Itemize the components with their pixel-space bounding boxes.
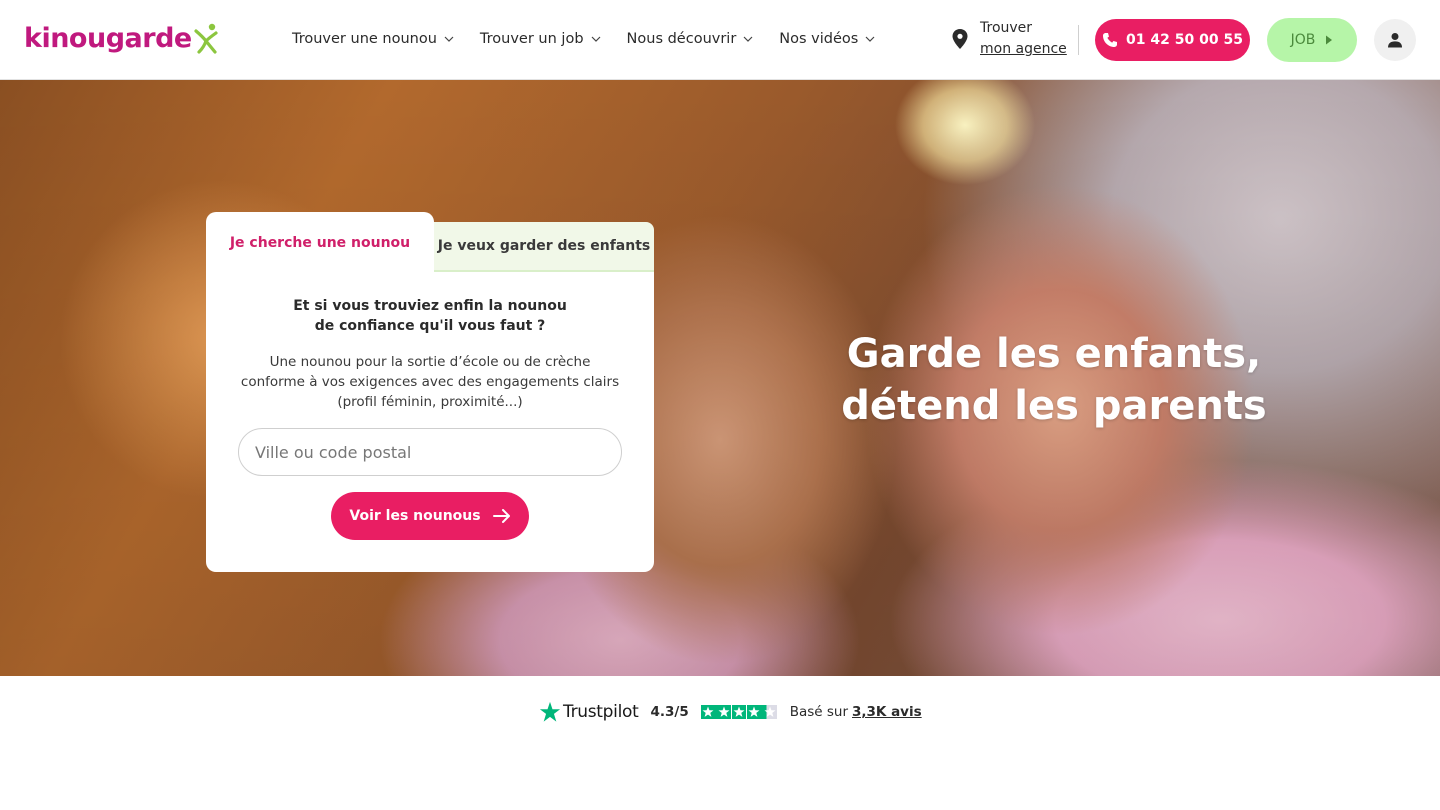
chevron-down-icon: [591, 36, 600, 42]
trustpilot-score: 4.3/5: [650, 704, 689, 720]
my-agency-link[interactable]: mon agence: [980, 39, 1067, 60]
nav-find-job[interactable]: Trouver un job: [480, 31, 601, 47]
search-card-body: Et si vous trouviez enfin la nounou de c…: [206, 272, 654, 572]
user-icon: [1388, 33, 1402, 48]
city-or-postal-code-input[interactable]: [238, 428, 622, 476]
chevron-down-icon: [444, 36, 454, 42]
trustpilot-based-on: Basé sur: [789, 704, 848, 720]
nav-item-label: Trouver un job: [479, 31, 584, 47]
nav-find-nanny[interactable]: Trouver une nounou: [292, 31, 454, 47]
logo-wordmark: kinougarde: [24, 22, 192, 54]
nav-our-videos[interactable]: Nos vidéos: [779, 31, 875, 47]
see-nannies-label: Voir les nounous: [349, 508, 481, 524]
trustpilot-logo: Trustpilot: [539, 701, 639, 723]
rating-star-icon: [746, 704, 762, 720]
chevron-down-icon: [743, 36, 753, 42]
header-divider: [1078, 25, 1079, 55]
search-card: Je cherche une nounou Je veux garder des…: [206, 212, 654, 572]
trustpilot-rating: Trustpilot 4.3/5 Basé sur 3,3K avis: [539, 698, 922, 726]
search-card-heading: Et si vous trouviez enfin la nounou de c…: [246, 296, 614, 336]
rating-star-partial-icon: [762, 704, 778, 720]
site-header: kinougarde Trouver une nounou Trouver un…: [0, 0, 1440, 80]
phone-icon: [1103, 33, 1118, 47]
phone-number: 01 42 50 00 55: [1126, 32, 1243, 48]
see-nannies-button[interactable]: Voir les nounous: [331, 492, 529, 540]
kinougarde-logo[interactable]: kinougarde: [24, 20, 219, 56]
tab-want-to-babysit[interactable]: Je veux garder des enfants: [434, 222, 654, 272]
phone-button[interactable]: 01 42 50 00 55: [1095, 19, 1250, 61]
find-agency: Trouver mon agence: [952, 18, 1067, 60]
nav-discover-us[interactable]: Nous découvrir: [627, 31, 754, 47]
caret-right-icon: [1326, 35, 1333, 45]
logo-figure-icon: [194, 23, 218, 54]
heading-line-1: Et si vous trouviez enfin la nounou: [293, 298, 567, 314]
hero-banner: Garde les enfants, détend les parents Je…: [0, 80, 1440, 676]
hero-title-line-1: Garde les enfants,: [846, 331, 1262, 377]
trustpilot-reviews-link[interactable]: 3,3K avis: [852, 704, 922, 720]
trustpilot-star-icon: [539, 701, 561, 722]
heading-line-2: de confiance qu'il vous faut ?: [314, 318, 546, 334]
job-button[interactable]: JOB: [1267, 18, 1357, 62]
arrow-right-icon: [492, 509, 510, 523]
job-button-label: JOB: [1290, 32, 1316, 48]
hero-title-line-2: détend les parents: [841, 383, 1267, 429]
rating-star-icon: [716, 704, 731, 720]
trustpilot-wordmark: Trustpilot: [563, 702, 639, 722]
main-nav: Trouver une nounou Trouver un job Nous d…: [292, 0, 901, 78]
map-pin-icon: [952, 29, 968, 49]
nav-item-label: Nos vidéos: [779, 31, 859, 47]
search-card-description: Une nounou pour la sortie d’école ou de …: [240, 354, 620, 410]
hero-title: Garde les enfants, détend les parents: [824, 328, 1284, 432]
rating-star-icon: [700, 704, 716, 720]
agency-text: Trouver mon agence: [980, 18, 1067, 60]
agency-line: Trouver: [980, 20, 1033, 36]
account-button[interactable]: [1374, 19, 1416, 61]
nav-item-label: Trouver une nounou: [292, 31, 437, 47]
nav-item-label: Nous découvrir: [626, 31, 737, 47]
tab-looking-for-nanny[interactable]: Je cherche une nounou: [206, 212, 434, 274]
chevron-down-icon: [865, 36, 875, 42]
trustpilot-stars: [700, 704, 778, 720]
rating-star-icon: [731, 704, 747, 720]
